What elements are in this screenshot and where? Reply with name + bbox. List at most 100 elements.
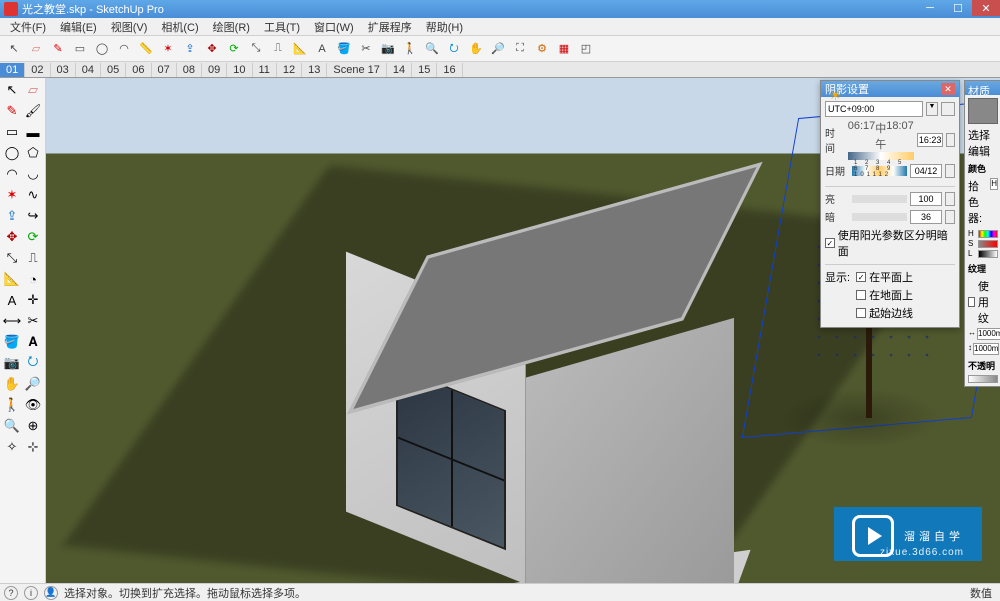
status-icon-3[interactable]: 👤	[44, 586, 58, 600]
plugin-icon[interactable]: ▦	[554, 39, 574, 59]
gear-icon[interactable]: ⚙	[532, 39, 552, 59]
left-pencil-icon[interactable]: ✎	[2, 101, 22, 121]
toggle-button[interactable]	[941, 102, 955, 116]
left-dim-icon[interactable]: ⟷	[2, 311, 22, 331]
left-text-icon[interactable]: A	[2, 290, 22, 310]
menu-窗口(W)[interactable]: 窗口(W)	[308, 18, 360, 36]
scene-tab-05[interactable]: 05	[101, 63, 126, 77]
left-brush-icon[interactable]: 🖌	[23, 101, 43, 121]
scene-tab-10[interactable]: 10	[227, 63, 252, 77]
time-spinner[interactable]	[946, 133, 955, 147]
menu-相机(C)[interactable]: 相机(C)	[155, 18, 204, 36]
select-tab[interactable]: 选择	[968, 130, 990, 142]
left-walk-icon[interactable]: 🚶	[2, 395, 22, 415]
time-value[interactable]: 16:23	[917, 133, 944, 147]
scale-icon[interactable]: ⤡	[246, 39, 266, 59]
menu-绘图(R)[interactable]: 绘图(R)	[207, 18, 256, 36]
scene-tab-01[interactable]: 01	[0, 63, 25, 77]
circle-icon[interactable]: ◯	[92, 39, 112, 59]
left-move-icon[interactable]: ✥	[2, 227, 22, 247]
light-slider[interactable]	[852, 195, 907, 203]
left-tape-icon[interactable]: 📐	[2, 269, 22, 289]
dropdown-icon[interactable]: ▼	[926, 102, 938, 116]
edit-tab[interactable]: 编辑	[968, 146, 990, 158]
ruler-icon[interactable]: 📏	[136, 39, 156, 59]
left-paint-icon[interactable]: 🪣	[2, 332, 22, 352]
status-icon-1[interactable]: ?	[4, 586, 18, 600]
left-protractor-icon[interactable]: ◔	[23, 269, 43, 289]
push-icon[interactable]: ⇪	[180, 39, 200, 59]
left-look-icon[interactable]: 👁	[23, 395, 43, 415]
dark-spinner[interactable]	[945, 210, 955, 224]
viewport-3d[interactable]: 阴影设置 ✕ ☀ UTC+09:00 ▼ 时间 06:17中午18:07 16:…	[46, 78, 1000, 583]
use-texture-checkbox[interactable]	[968, 297, 975, 307]
scene-tab-08[interactable]: 08	[177, 63, 202, 77]
scene-tab-07[interactable]: 07	[152, 63, 177, 77]
tex-w[interactable]: 1000m	[977, 328, 1000, 340]
material-preview[interactable]	[968, 98, 998, 124]
light-value[interactable]: 100	[910, 192, 942, 206]
dark-value[interactable]: 36	[910, 210, 942, 224]
menu-编辑(E)[interactable]: 编辑(E)	[54, 18, 103, 36]
light-slider[interactable]	[978, 250, 998, 258]
scene-tab-13[interactable]: 13	[302, 63, 327, 77]
left-star-icon[interactable]: ✶	[2, 185, 22, 205]
arc-icon[interactable]: ◠	[114, 39, 134, 59]
left-offset-icon[interactable]: ⎍	[23, 248, 43, 268]
left-zoom-icon[interactable]: 🔎	[23, 374, 43, 394]
left-poly-icon[interactable]: ⬠	[23, 143, 43, 163]
scene-tab-03[interactable]: 03	[51, 63, 76, 77]
light-spinner[interactable]	[945, 192, 955, 206]
left-eraser-icon[interactable]: ▱	[23, 80, 43, 100]
camera-icon[interactable]: 📷	[378, 39, 398, 59]
menu-扩展程序[interactable]: 扩展程序	[362, 18, 418, 36]
date-slider[interactable]: 1 2 3 4 5 6 7 8 9 101112	[852, 166, 907, 176]
dark-slider[interactable]	[852, 213, 907, 221]
move-icon[interactable]: ✥	[202, 39, 222, 59]
materials-title[interactable]: 材质	[965, 81, 1000, 95]
dialog-titlebar[interactable]: 阴影设置 ✕	[821, 81, 959, 97]
edges-checkbox[interactable]	[856, 308, 866, 318]
left-axis2-icon[interactable]: ⊹	[23, 437, 43, 457]
left-pan-icon[interactable]: ✋	[2, 374, 22, 394]
left-camera-icon[interactable]: 📷	[2, 353, 22, 373]
plane-icon[interactable]: ✂	[356, 39, 376, 59]
date-value[interactable]: 04/12	[910, 164, 942, 178]
left-axes-icon[interactable]: ✛	[23, 290, 43, 310]
maximize-button[interactable]: ☐	[944, 0, 972, 16]
left-magnify-icon[interactable]: 🔍	[2, 416, 22, 436]
zoom-icon[interactable]: 🔎	[488, 39, 508, 59]
scene-tab-14[interactable]: 14	[387, 63, 412, 77]
scene-tab-04[interactable]: 04	[76, 63, 101, 77]
sat-slider[interactable]	[978, 240, 998, 248]
scene-tab-12[interactable]: 12	[277, 63, 302, 77]
left-arc2-icon[interactable]: ◡	[23, 164, 43, 184]
left-compass-icon[interactable]: ✧	[2, 437, 22, 457]
walk-icon[interactable]: 🚶	[400, 39, 420, 59]
left-rect-icon[interactable]: ▭	[2, 122, 22, 142]
menu-工具(T)[interactable]: 工具(T)	[258, 18, 306, 36]
date-spinner[interactable]	[945, 164, 955, 178]
hue-slider[interactable]	[978, 230, 998, 238]
on-face-checkbox[interactable]: ✓	[856, 272, 866, 282]
left-follow-icon[interactable]: ↪	[23, 206, 43, 226]
materials-panel[interactable]: 材质 选择 编辑 颜色 拾色器:H H S L 纹理 使用纹 ↔1000m ↕1…	[964, 80, 1000, 387]
status-icon-2[interactable]: i	[24, 586, 38, 600]
magnify-icon[interactable]: 🔍	[422, 39, 442, 59]
use-sun-checkbox[interactable]: ✓	[825, 238, 835, 248]
left-rotate-icon[interactable]: ⟳	[23, 227, 43, 247]
scene-tab-11[interactable]: 11	[253, 63, 277, 77]
on-ground-checkbox[interactable]	[856, 290, 866, 300]
star-icon[interactable]: ✶	[158, 39, 178, 59]
tex-h[interactable]: 1000m	[973, 343, 999, 355]
scene-tab-16[interactable]: 16	[437, 63, 462, 77]
left-freehand-icon[interactable]: ∿	[23, 185, 43, 205]
menu-视图(V)[interactable]: 视图(V)	[105, 18, 154, 36]
scene-tab-02[interactable]: 02	[25, 63, 50, 77]
left-scale-icon[interactable]: ⤡	[2, 248, 22, 268]
left-push-icon[interactable]: ⇪	[2, 206, 22, 226]
extents-icon[interactable]: ⛶	[510, 39, 530, 59]
scene-tab-06[interactable]: 06	[126, 63, 151, 77]
box-icon[interactable]: ◰	[576, 39, 596, 59]
eraser-icon[interactable]: ▱	[26, 39, 46, 59]
